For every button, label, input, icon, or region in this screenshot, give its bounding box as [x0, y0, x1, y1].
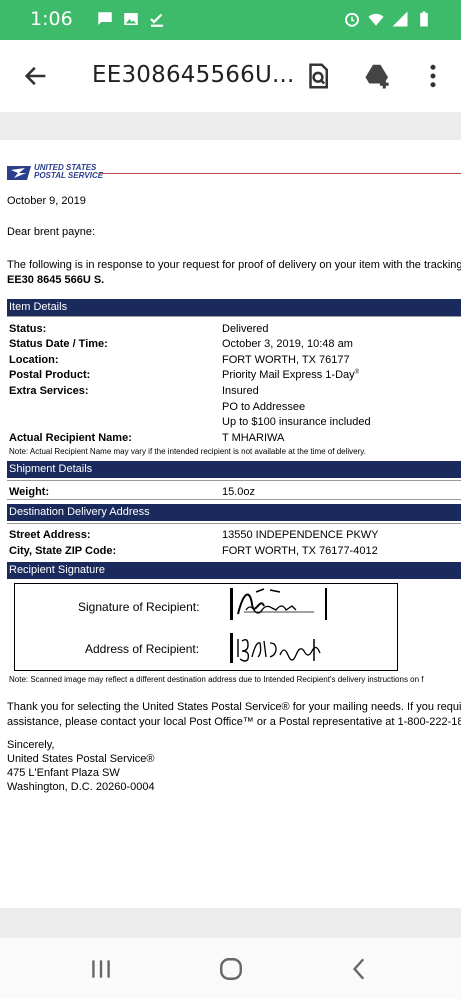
- registered-mark: ®: [354, 369, 360, 376]
- status-datetime-value: October 3, 2019, 10:48 am: [222, 338, 353, 350]
- extra-service-item: PO to Addressee: [222, 401, 306, 413]
- signature-label: Signature of Recipient:: [78, 600, 200, 614]
- actual-recipient-label: Actual Recipient Name:: [9, 432, 132, 444]
- more-vert-icon[interactable]: [418, 61, 448, 91]
- section-rule: [7, 316, 461, 317]
- extra-services-label: Extra Services:: [9, 385, 89, 397]
- scanned-image-note: Note: Scanned image may reflect a differ…: [9, 675, 424, 684]
- tracking-number: EE30 8645 566U S.: [7, 274, 105, 286]
- weight-value: 15.0oz: [222, 486, 256, 498]
- extra-service-item: Up to $100 insurance included: [222, 416, 371, 428]
- alarm-icon: [345, 12, 359, 27]
- status-value: Delivered: [222, 323, 269, 335]
- scanned-signature-image: [230, 588, 327, 620]
- street-address-label: Street Address:: [9, 529, 91, 541]
- viewer-background: [0, 112, 461, 140]
- recipient-note: Note: Actual Recipient Name may vary if …: [9, 447, 366, 456]
- weight-label: Weight:: [9, 486, 50, 498]
- check-icon: [150, 13, 163, 27]
- city-state-zip-value: FORT WORTH, TX 76177-4012: [222, 545, 378, 557]
- status-bar: 1:06: [0, 0, 461, 40]
- location-value: FORT WORTH, TX 76177: [222, 354, 350, 366]
- intro-line: The following is in response to your req…: [7, 259, 461, 271]
- home-icon[interactable]: [218, 956, 244, 982]
- signature-city: Washington, D.C. 20260-0004: [7, 781, 155, 793]
- wifi-icon: [368, 13, 384, 26]
- status-label: Status:: [9, 323, 47, 335]
- postal-product-value: Priority Mail Express 1-Day®: [222, 369, 359, 381]
- usps-brand-line2: POSTAL SERVICE: [34, 171, 104, 180]
- postal-product-text: Priority Mail Express 1-Day: [222, 369, 355, 381]
- item-details-header: Item Details: [7, 299, 461, 316]
- city-state-zip-label: City, State ZIP Code:: [9, 545, 117, 557]
- usps-logo: UNITED STATES POSTAL SERVICE: [7, 164, 103, 180]
- back-icon[interactable]: [347, 956, 373, 982]
- destination-header: Destination Delivery Address: [7, 504, 461, 521]
- extra-service-item: Insured: [222, 385, 259, 397]
- section-rule: [7, 523, 461, 524]
- signature-box: Signature of Recipient: Address of Recip…: [14, 583, 398, 671]
- shipment-details-header: Shipment Details: [7, 461, 461, 478]
- status-datetime-label: Status Date / Time:: [9, 338, 108, 350]
- scanned-address-image: [230, 633, 321, 663]
- postal-product-label: Postal Product:: [9, 369, 91, 381]
- app-bar: EE308645566U...: [0, 40, 461, 112]
- closing: Sincerely,: [7, 739, 55, 751]
- usps-eagle-icon: [7, 166, 31, 180]
- street-address-value: 13550 INDEPENDENCE PKWY: [222, 529, 379, 541]
- letter-date: October 9, 2019: [7, 195, 86, 207]
- viewer-background: [0, 908, 461, 938]
- signal-icon: [392, 11, 408, 27]
- document-title: EE308645566U...: [92, 62, 295, 88]
- actual-recipient-value: T MHARIWA: [222, 432, 285, 444]
- thanks-line: Thank you for selecting the United State…: [7, 701, 461, 713]
- status-time: 1:06: [30, 8, 73, 30]
- recents-icon[interactable]: [88, 956, 114, 982]
- section-rule: [7, 480, 461, 481]
- greeting: Dear brent payne:: [7, 226, 96, 238]
- document-page[interactable]: UNITED STATES POSTAL SERVICE October 9, …: [0, 140, 461, 908]
- location-label: Location:: [9, 354, 59, 366]
- recipient-signature-header: Recipient Signature: [7, 562, 461, 579]
- search-document-icon[interactable]: [303, 61, 333, 91]
- system-nav-bar: [0, 938, 461, 999]
- image-icon: [124, 13, 138, 25]
- header-rule: [99, 173, 461, 174]
- assistance-line: assistance, please contact your local Po…: [7, 716, 461, 728]
- chat-icon: [98, 12, 112, 25]
- address-label: Address of Recipient:: [85, 642, 200, 656]
- signature-street: 475 L'Enfant Plaza SW: [7, 767, 120, 779]
- signature-org: United States Postal Service®: [7, 753, 155, 765]
- drive-add-icon[interactable]: [363, 61, 393, 91]
- battery-icon: [420, 11, 428, 27]
- section-rule: [7, 499, 461, 500]
- back-arrow-icon[interactable]: [22, 62, 50, 90]
